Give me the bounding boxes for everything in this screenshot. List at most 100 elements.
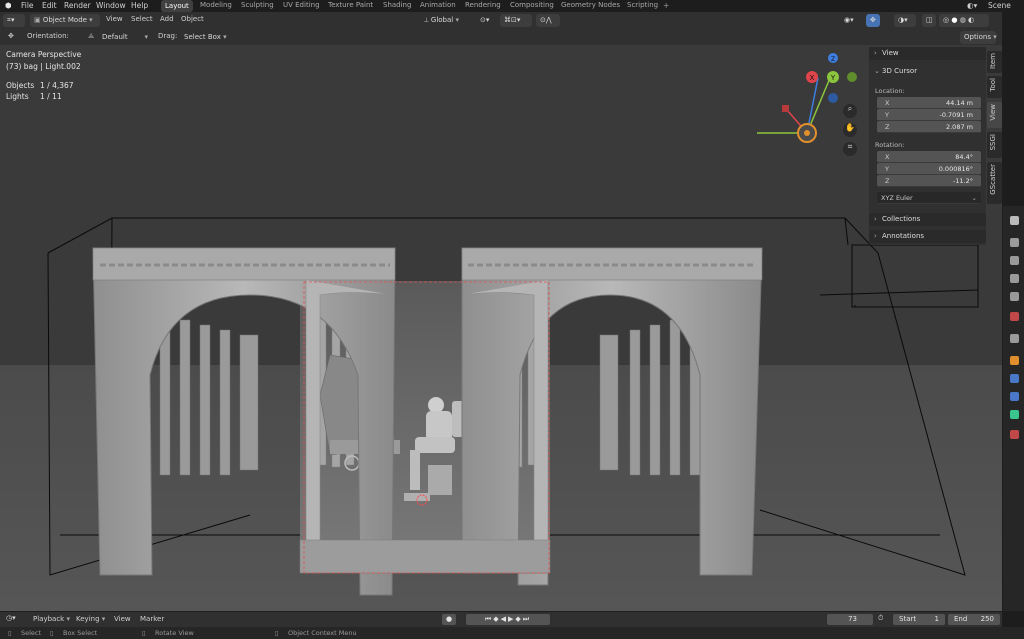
- start-frame-field[interactable]: Start 1: [893, 614, 945, 625]
- modifier-props-icon[interactable]: [1010, 374, 1019, 383]
- play-reverse-icon[interactable]: ◀: [501, 615, 508, 623]
- cursor-rotation-y-field[interactable]: Y 0.000816°: [877, 163, 981, 175]
- gizmo-toggle-icon[interactable]: ✥: [866, 14, 880, 27]
- next-keyframe-icon[interactable]: ◆: [515, 615, 522, 623]
- orientation-dropdown[interactable]: Default ▾: [98, 31, 150, 44]
- timeline-editor-icon[interactable]: ◷▾: [6, 614, 16, 622]
- tab-uv-editing[interactable]: UV Editing: [283, 1, 320, 9]
- render-props-icon[interactable]: [1010, 238, 1019, 247]
- 3d-viewport[interactable]: Y X Z Camera Perspective (73) bag | Ligh…: [0, 45, 1002, 611]
- timeline-view-menu[interactable]: View: [114, 615, 131, 623]
- tab-geometry-nodes[interactable]: Geometry Nodes: [561, 1, 620, 9]
- proportional-edit-icon[interactable]: ⊙⋀: [536, 14, 560, 27]
- view-layer-icon[interactable]: [1010, 274, 1019, 283]
- playback-menu[interactable]: Playback ▾: [33, 615, 70, 623]
- world-props-icon[interactable]: [1010, 312, 1019, 321]
- cursor-location-y-field[interactable]: Y -0.7091 m: [877, 109, 981, 121]
- cursor-rotation-x-field[interactable]: X 84.4°: [877, 151, 981, 163]
- gizmo-y-neg[interactable]: [847, 72, 857, 82]
- clock-icon[interactable]: ⏱: [878, 614, 883, 623]
- tab-texture-paint[interactable]: Texture Paint: [328, 1, 373, 9]
- jump-start-icon[interactable]: ⏮: [485, 615, 493, 623]
- menu-help[interactable]: Help: [131, 1, 148, 10]
- cursor-rotation-z-field[interactable]: Z -11.2°: [877, 175, 981, 187]
- scene-selector-icon[interactable]: ◐▾: [967, 1, 977, 10]
- blender-logo-icon[interactable]: ⬢: [5, 1, 12, 10]
- tab-item[interactable]: Item: [987, 51, 1002, 73]
- axis-label: Z: [885, 123, 890, 131]
- tab-compositing[interactable]: Compositing: [510, 1, 554, 9]
- menu-edit[interactable]: Edit: [42, 1, 57, 10]
- cursor-location-z-field[interactable]: Z 2.087 m: [877, 121, 981, 133]
- menu-select[interactable]: Select: [131, 15, 153, 23]
- tab-gscatter[interactable]: GScatter: [987, 162, 1002, 204]
- drag-dropdown[interactable]: Select Box ▾: [180, 31, 228, 44]
- output-props-icon[interactable]: [1010, 256, 1019, 265]
- wireframe-icon[interactable]: ◎: [943, 16, 949, 24]
- move-tool-icon[interactable]: ✥: [8, 32, 14, 40]
- keying-menu[interactable]: Keying ▾: [76, 615, 105, 623]
- view-section-header[interactable]: › View: [869, 47, 986, 60]
- tab-ssgi[interactable]: SSGI: [987, 132, 1002, 158]
- tab-rendering[interactable]: Rendering: [465, 1, 501, 9]
- scene-props-icon[interactable]: [1010, 292, 1019, 301]
- tab-view[interactable]: View: [987, 102, 1002, 128]
- menu-view[interactable]: View: [106, 15, 123, 23]
- end-frame-field[interactable]: End 250: [948, 614, 1000, 625]
- mode-selector[interactable]: ▣ Object Mode ▾: [30, 14, 100, 27]
- menu-file[interactable]: File: [21, 1, 34, 10]
- cursor-location-x-field[interactable]: X 44.14 m: [877, 97, 981, 109]
- tab-shading[interactable]: Shading: [383, 1, 411, 9]
- playback-controls[interactable]: ⏮◆◀▶◆⏭: [466, 614, 550, 625]
- collection-props-icon[interactable]: [1010, 334, 1019, 343]
- transform-orientation[interactable]: ⟂ Global ▾: [420, 14, 472, 27]
- gizmo-z-neg[interactable]: [828, 93, 838, 103]
- particles-props-icon[interactable]: [1010, 392, 1019, 401]
- rotation-mode-dropdown[interactable]: XYZ Euler ⌄: [877, 192, 981, 204]
- menu-window[interactable]: Window: [96, 1, 126, 10]
- overlay-icon[interactable]: ◑▾: [894, 14, 916, 27]
- axis-label: Y: [885, 165, 889, 173]
- editor-type-icon[interactable]: ⌗▾: [3, 14, 25, 27]
- material-icon[interactable]: ◍: [960, 16, 966, 24]
- light-data-icon[interactable]: [1010, 410, 1019, 419]
- collections-section-header[interactable]: › Collections: [869, 213, 986, 226]
- prev-keyframe-icon[interactable]: ◆: [493, 615, 500, 623]
- solid-icon[interactable]: ●: [951, 16, 957, 24]
- shading-modes[interactable]: ◎ ● ◍ ◐: [939, 14, 989, 27]
- collections-label: Collections: [882, 215, 921, 223]
- pan-hand-icon[interactable]: ✋: [843, 123, 857, 137]
- tab-gscatter-label: GScatter: [989, 164, 997, 195]
- record-icon[interactable]: ●: [442, 614, 456, 625]
- mouse-middle-icon: ▯: [142, 629, 146, 637]
- tab-scripting[interactable]: Scripting: [627, 1, 658, 9]
- tool-props-icon[interactable]: [1010, 216, 1019, 225]
- texture-props-icon[interactable]: [1010, 430, 1019, 439]
- tab-animation[interactable]: Animation: [420, 1, 456, 9]
- marker-menu[interactable]: Marker: [140, 615, 164, 623]
- camera-view-icon[interactable]: ⌗: [843, 142, 857, 156]
- visibility-icon[interactable]: ◉▾: [840, 14, 862, 27]
- tab-tool[interactable]: Tool: [987, 76, 1002, 98]
- xray-icon[interactable]: ◫: [922, 14, 936, 27]
- menu-render[interactable]: Render: [64, 1, 91, 10]
- tab-sculpting[interactable]: Sculpting: [241, 1, 274, 9]
- zoom-icon[interactable]: ⌕: [843, 104, 857, 118]
- snap-icon[interactable]: ⌘⊡▾: [500, 14, 532, 27]
- current-frame-field[interactable]: 73: [827, 614, 873, 625]
- tab-layout[interactable]: Layout: [161, 0, 193, 12]
- gizmo-x-neg[interactable]: [782, 105, 789, 112]
- object-props-icon[interactable]: [1010, 356, 1019, 365]
- cursor-section-header[interactable]: ⌄ 3D Cursor: [869, 65, 986, 78]
- scene-name[interactable]: Scene: [988, 1, 1011, 10]
- menu-object[interactable]: Object: [181, 15, 204, 23]
- rendered-icon[interactable]: ◐: [968, 16, 974, 24]
- tab-modeling[interactable]: Modeling: [200, 1, 232, 9]
- camera-label: Camera Perspective: [6, 50, 82, 59]
- menu-add[interactable]: Add: [160, 15, 174, 23]
- add-workspace-icon[interactable]: +: [663, 1, 669, 10]
- jump-end-icon[interactable]: ⏭: [523, 615, 531, 623]
- pivot-icon[interactable]: ⊙▾: [476, 14, 498, 27]
- options-dropdown[interactable]: Options ▾: [960, 31, 997, 44]
- annotations-section-header[interactable]: › Annotations: [869, 230, 986, 243]
